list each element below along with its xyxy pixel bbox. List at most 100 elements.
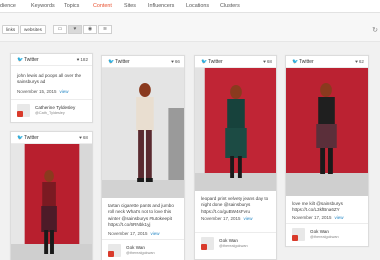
- heart-icon: ♥: [79, 135, 82, 140]
- list-view-button[interactable]: ▭: [53, 25, 67, 34]
- date-text: November 17, 2015: [201, 216, 241, 221]
- tweet-date: November 17, 2015 view: [292, 215, 344, 220]
- heart-icon: ♥: [263, 59, 266, 64]
- twitter-icon: 🐦: [292, 59, 299, 65]
- tab-audience[interactable]: udience: [0, 3, 16, 9]
- filter-bar: links websites ▭ ♥ ◉ ≋ ↻: [0, 13, 380, 42]
- author[interactable]: Gok Wan @therealgokwan: [292, 228, 368, 244]
- like-count: ♥68: [79, 135, 88, 140]
- divider: [195, 232, 276, 233]
- tab-locations[interactable]: Locations: [186, 3, 209, 9]
- refresh-icon[interactable]: ↻: [372, 26, 378, 34]
- card-header: 🐦 Twitter ♥182: [11, 54, 92, 66]
- content-card[interactable]: 🐦 Twitter ♥68 leopard print velvety jean…: [194, 55, 277, 260]
- tweet-image[interactable]: [195, 68, 276, 191]
- avatar-badge: [201, 244, 207, 250]
- avatar-badge: [292, 235, 298, 241]
- date-text: November 15, 2015: [17, 89, 57, 94]
- eye-icon: ◉: [87, 26, 93, 32]
- eye-view-button[interactable]: ◉: [83, 25, 97, 34]
- heart-icon: ♥: [171, 59, 174, 64]
- like-count: ♥182: [77, 57, 88, 62]
- content-card[interactable]: 🐦 Twitter ♥66 tartan cigarette pants and…: [101, 55, 185, 260]
- date-text: November 17, 2015: [108, 231, 148, 236]
- tweet-date: November 17, 2015 view: [108, 231, 160, 236]
- like-view-button[interactable]: ♥: [68, 25, 82, 34]
- avatar: [201, 237, 214, 250]
- author-name: Gok Wan: [219, 238, 238, 243]
- author[interactable]: Gok Wan @therealgokwan: [108, 244, 184, 260]
- content-card[interactable]: 🐦 Twitter ♥182 john lewis ad poops all o…: [10, 53, 93, 123]
- twitter-icon: 🐦: [17, 135, 24, 141]
- card-header: 🐦 Twitter ♥68: [195, 56, 276, 68]
- like-count: ♥62: [355, 59, 364, 64]
- twitter-icon: 🐦: [201, 59, 208, 65]
- source-label: Twitter: [299, 59, 314, 65]
- heart-icon: ♥: [76, 57, 80, 62]
- author-name: Gok Wan: [126, 245, 145, 250]
- share-view-button[interactable]: ≋: [98, 25, 112, 34]
- top-nav: udience Keywords Topics Content Sites In…: [0, 0, 380, 13]
- source-label: Twitter: [115, 59, 130, 65]
- avatar: [108, 244, 121, 257]
- author-name: Catherine Tyldesley: [35, 105, 76, 110]
- view-link[interactable]: view: [335, 215, 344, 220]
- source-label: Twitter: [208, 59, 223, 65]
- view-link[interactable]: view: [151, 231, 160, 236]
- tweet-date: November 17, 2015 view: [201, 216, 253, 221]
- like-count-value: 62: [358, 59, 364, 64]
- avatar: [292, 228, 305, 241]
- avatar: [17, 104, 30, 117]
- model-photo: [195, 68, 276, 191]
- share-icon: ≋: [102, 26, 108, 32]
- card-header: 🐦 Twitter ♥68: [11, 132, 92, 144]
- tweet-text: john lewis ad poops all over the sainsbu…: [17, 73, 82, 85]
- view-link[interactable]: view: [244, 216, 253, 221]
- tab-clusters[interactable]: Clusters: [220, 3, 240, 9]
- like-count: ♥68: [263, 59, 272, 64]
- tab-keywords[interactable]: Keywords: [31, 3, 55, 9]
- author[interactable]: Gok Wan @therealgokwan: [201, 237, 276, 253]
- twitter-icon: 🐦: [108, 59, 115, 65]
- divider: [102, 239, 184, 240]
- author-handle: @therealgokwan: [310, 235, 339, 239]
- like-count-value: 182: [80, 57, 88, 62]
- tweet-image[interactable]: [102, 68, 184, 198]
- content-card[interactable]: 🐦 Twitter ♥68: [10, 131, 93, 260]
- model-photo: [11, 144, 92, 260]
- websites-filter-button[interactable]: websites: [20, 25, 46, 34]
- author[interactable]: Catherine Tyldesley @Cath_Tyldesley: [17, 104, 92, 120]
- author-handle: @Cath_Tyldesley: [35, 111, 65, 115]
- like-count-value: 68: [82, 135, 88, 140]
- tweet-date: November 15, 2015 view: [17, 89, 69, 94]
- author-handle: @therealgokwan: [219, 244, 248, 248]
- card-header: 🐦 Twitter ♥62: [286, 56, 368, 68]
- list-view-icon: ▭: [57, 26, 63, 32]
- tab-content[interactable]: Content: [93, 3, 112, 9]
- tab-sites[interactable]: Sites: [124, 3, 136, 9]
- twitter-icon: 🐦: [17, 57, 24, 63]
- tweet-text: tartan cigarette pants and jumbo roll ne…: [108, 203, 174, 228]
- source-label: Twitter: [24, 57, 39, 63]
- heart-icon: ♥: [73, 26, 77, 32]
- model-photo: [286, 68, 368, 196]
- avatar-badge: [108, 251, 114, 257]
- content-card[interactable]: 🐦 Twitter ♥62 love me kilt @sainsburys h…: [285, 55, 369, 247]
- tab-topics[interactable]: Topics: [64, 3, 79, 9]
- source-label: Twitter: [24, 135, 39, 141]
- author-name: Gok Wan: [310, 229, 329, 234]
- like-count-value: 66: [174, 59, 180, 64]
- date-text: November 17, 2015: [292, 215, 332, 220]
- tweet-image[interactable]: [11, 144, 92, 260]
- card-header: 🐦 Twitter ♥66: [102, 56, 184, 68]
- author-handle: @therealgokwan: [126, 251, 155, 255]
- heart-icon: ♥: [355, 59, 358, 64]
- like-count: ♥66: [171, 59, 180, 64]
- tweet-text: love me kilt @sainsburys https://t.co/L3…: [292, 201, 343, 213]
- view-link[interactable]: view: [60, 89, 69, 94]
- tab-influencers[interactable]: Influencers: [148, 3, 174, 9]
- divider: [11, 99, 92, 100]
- tweet-text: leopard print velvety jeans day to night…: [201, 196, 269, 214]
- tweet-image[interactable]: [286, 68, 368, 196]
- links-filter-button[interactable]: links: [2, 25, 20, 34]
